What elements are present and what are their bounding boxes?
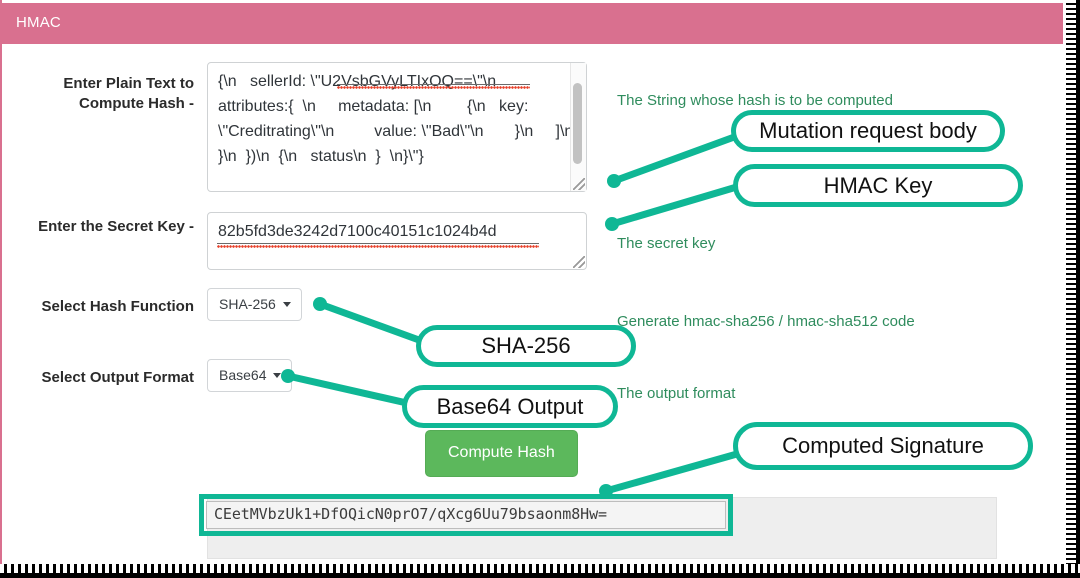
- hash-function-label: Select Hash Function: [41, 298, 194, 315]
- callout-mutation-request-body: Mutation request body: [731, 110, 1005, 152]
- plaintext-scrollbar-thumb[interactable]: [573, 83, 582, 164]
- callout-hmac-key: HMAC Key: [733, 164, 1023, 207]
- spellcheck-squiggle-secret: [217, 245, 539, 249]
- secret-key-label: Enter the Secret Key -: [38, 218, 194, 235]
- plaintext-input[interactable]: [207, 62, 587, 192]
- output-format-label: Select Output Format: [41, 369, 194, 386]
- callout-computed-signature: Computed Signature: [733, 422, 1033, 470]
- chevron-down-icon: [273, 373, 282, 378]
- note-secret-key: The secret key: [617, 235, 716, 252]
- callout-base64-output: Base64 Output: [402, 385, 618, 428]
- screenshot-root: HMAC Enter Plain Text to Compute Hash - …: [0, 0, 1080, 578]
- output-format-dropdown[interactable]: Base64: [207, 359, 293, 392]
- hash-function-value: SHA-256: [219, 296, 276, 312]
- plaintext-resize-handle[interactable]: [573, 178, 585, 190]
- callout-sha256: SHA-256: [416, 325, 636, 367]
- secret-key-resize-handle[interactable]: [573, 256, 585, 268]
- spellcheck-squiggle: [337, 86, 530, 90]
- torn-edge-bottom: [0, 564, 1080, 578]
- compute-hash-button[interactable]: Compute Hash: [425, 430, 578, 477]
- hash-function-dropdown[interactable]: SHA-256: [207, 288, 302, 321]
- app-header: HMAC: [0, 3, 1063, 44]
- note-output-format: The output format: [617, 385, 736, 402]
- computed-hash-value: CEetMVbzUk1+DfOQicN0prO7/qXcg6Uu79bsaonm…: [214, 505, 607, 523]
- spellcheck-underline-secret: [217, 243, 539, 244]
- note-generate-hmac: Generate hmac-sha256 / hmac-sha512 code: [617, 313, 915, 330]
- chevron-down-icon: [282, 302, 291, 307]
- plaintext-label: Enter Plain Text to Compute Hash -: [63, 75, 194, 112]
- secret-key-input[interactable]: [207, 212, 587, 270]
- torn-edge-right: [1066, 0, 1080, 578]
- output-format-value: Base64: [219, 367, 267, 383]
- spellcheck-underline: [337, 84, 530, 85]
- note-string-to-hash: The String whose hash is to be computed: [617, 92, 893, 109]
- page-title: HMAC: [16, 14, 61, 31]
